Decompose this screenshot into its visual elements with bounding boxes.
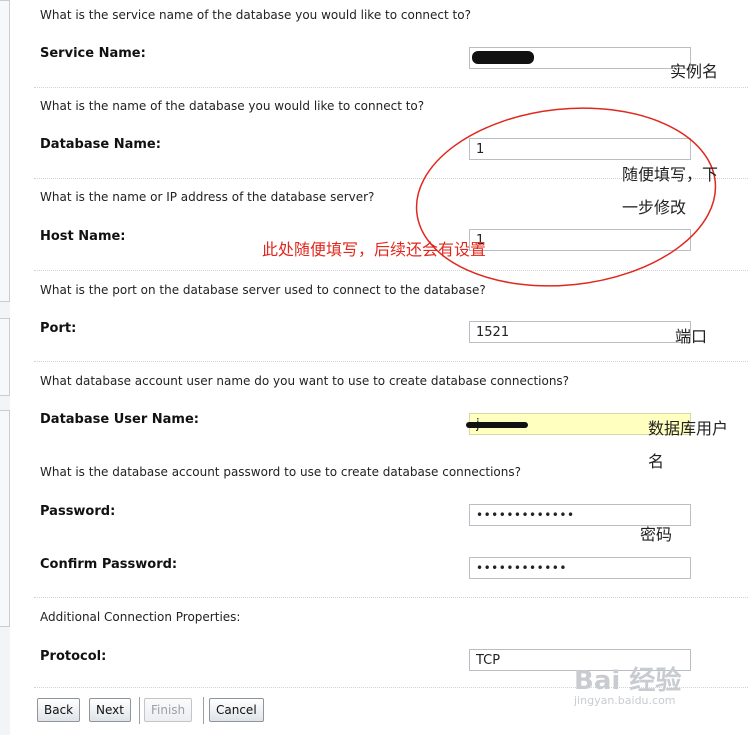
service-question: What is the service name of the database… (40, 8, 471, 22)
host-name-input[interactable] (469, 229, 691, 251)
port-question: What is the port on the database server … (40, 283, 486, 297)
additional-properties-heading: Additional Connection Properties: (40, 610, 241, 624)
port-label: Port: (40, 321, 77, 336)
protocol-label: Protocol: (40, 649, 107, 664)
left-panel-edge (0, 0, 10, 735)
redaction-scribble (472, 51, 534, 64)
redaction-scribble (466, 422, 528, 428)
annotation-fill-anything-line2: 一步修改 (622, 198, 687, 217)
back-button[interactable]: Back (37, 698, 81, 722)
annotation-password-note: 密码 (640, 525, 673, 544)
annotation-host-note: 此处随便填写，后续还会有设置 (262, 240, 487, 259)
confirm-password-label: Confirm Password: (40, 557, 178, 572)
host-question: What is the name or IP address of the da… (40, 190, 375, 204)
confirm-password-input[interactable] (469, 557, 691, 579)
section-divider (34, 87, 748, 88)
left-panel-segment (0, 410, 10, 627)
next-button[interactable]: Next (89, 698, 131, 722)
watermark-url: jingyan.baidu.com (574, 694, 676, 707)
port-input[interactable] (469, 321, 691, 343)
button-separator (203, 697, 204, 724)
annotation-port-note: 端口 (675, 327, 708, 346)
database-name-input[interactable] (469, 138, 691, 160)
button-separator (139, 697, 140, 724)
host-name-label: Host Name: (40, 229, 126, 244)
annotation-fill-anything-line1: 随便填写，下 (622, 165, 719, 184)
service-name-label: Service Name: (40, 46, 146, 61)
database-question: What is the name of the database you wou… (40, 99, 425, 113)
password-label: Password: (40, 504, 116, 519)
password-question: What is the database account password to… (40, 465, 521, 479)
section-divider (34, 270, 748, 271)
left-panel-segment (0, 318, 10, 396)
section-divider (34, 361, 748, 362)
cancel-button[interactable]: Cancel (209, 698, 264, 722)
left-panel-segment (0, 0, 10, 302)
database-name-label: Database Name: (40, 137, 161, 152)
database-user-name-label: Database User Name: (40, 412, 199, 427)
finish-button[interactable]: Finish (144, 698, 193, 722)
section-divider (34, 597, 748, 598)
user-question: What database account user name do you w… (40, 374, 570, 388)
annotation-user-note-line1: 数据库用户 (648, 419, 729, 438)
annotation-user-note-line2: 名 (648, 452, 665, 471)
baidu-jingyan-logo: Bai 经验 (574, 666, 682, 696)
annotation-instance-name: 实例名 (670, 62, 719, 81)
